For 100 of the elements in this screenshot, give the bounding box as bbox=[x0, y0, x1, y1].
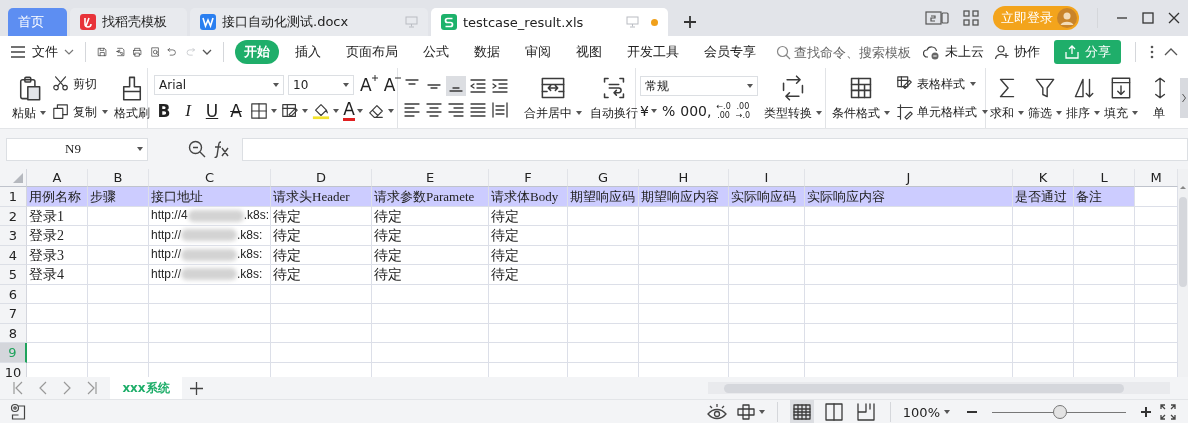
outdent-icon[interactable] bbox=[468, 76, 488, 96]
formula-input[interactable] bbox=[242, 137, 1188, 161]
scrollbar-thumb[interactable] bbox=[1179, 197, 1187, 287]
close-icon[interactable] bbox=[1168, 12, 1180, 24]
cell-style-dropdown[interactable] bbox=[281, 102, 308, 120]
horizontal-scrollbar[interactable] bbox=[708, 382, 1170, 394]
number-format-dropdown[interactable]: 常规 bbox=[640, 76, 758, 96]
menu-tab[interactable]: 数据 bbox=[465, 40, 509, 64]
font-size-dropdown[interactable]: 10 bbox=[288, 75, 354, 95]
new-tab-icon[interactable] bbox=[683, 15, 697, 29]
menu-tab[interactable]: 插入 bbox=[286, 40, 330, 64]
column-header[interactable]: A bbox=[27, 169, 88, 187]
add-sheet-icon[interactable] bbox=[190, 381, 203, 395]
row-header[interactable]: 7 bbox=[0, 304, 27, 324]
function-icon[interactable] bbox=[212, 140, 230, 158]
menu-tab[interactable]: 会员专享 bbox=[695, 40, 765, 64]
row-header[interactable]: 3 bbox=[0, 226, 27, 246]
number-format-button[interactable]: 000, bbox=[680, 103, 712, 119]
strike-button[interactable]: A bbox=[226, 101, 246, 121]
toolbar-button[interactable]: 排序 bbox=[1066, 74, 1100, 122]
conditional-format-button[interactable]: 条件格式 bbox=[830, 74, 892, 122]
decimal-button[interactable]: .00 →.0 bbox=[735, 102, 751, 120]
last-sheet-icon[interactable] bbox=[86, 381, 98, 395]
merge-center-button[interactable]: 合并居中 bbox=[522, 74, 584, 122]
column-header[interactable]: F bbox=[489, 169, 568, 187]
column-header[interactable]: G bbox=[568, 169, 639, 187]
eye-icon[interactable] bbox=[705, 403, 728, 421]
column-header[interactable]: L bbox=[1074, 169, 1135, 187]
macro-recorder-icon[interactable] bbox=[10, 403, 28, 421]
fill-color-dropdown[interactable] bbox=[312, 102, 339, 120]
slider-thumb[interactable] bbox=[1053, 405, 1067, 419]
row-header[interactable]: 1 bbox=[0, 187, 27, 207]
normal-view-icon[interactable] bbox=[789, 400, 814, 423]
file-menu[interactable]: 文件 bbox=[10, 43, 74, 61]
collapse-ribbon-icon[interactable] bbox=[1164, 48, 1178, 56]
fullscreen-icon[interactable] bbox=[1160, 404, 1176, 420]
customize-caret-icon[interactable] bbox=[202, 49, 212, 55]
italic-button[interactable]: I bbox=[178, 101, 198, 121]
menu-tab[interactable]: 视图 bbox=[567, 40, 611, 64]
toolbar-button[interactable]: 单 bbox=[1142, 74, 1176, 122]
cut-button[interactable]: 剪切 bbox=[52, 75, 108, 93]
toolbar-button[interactable]: 筛选 bbox=[1028, 74, 1062, 122]
name-box[interactable]: N9 bbox=[6, 137, 148, 161]
dual-screen-icon[interactable] bbox=[925, 10, 949, 26]
column-header[interactable]: C bbox=[149, 169, 271, 187]
column-header[interactable]: E bbox=[372, 169, 489, 187]
column-header[interactable]: B bbox=[88, 169, 149, 187]
previous-sheet-icon[interactable] bbox=[38, 381, 48, 395]
column-header[interactable]: D bbox=[271, 169, 372, 187]
first-sheet-icon[interactable] bbox=[12, 381, 24, 395]
decimal-button[interactable]: ←.0 .00 bbox=[716, 102, 731, 120]
toolbar-button[interactable]: 填充 bbox=[1104, 74, 1138, 122]
document-tab[interactable]: testcase_result.xls bbox=[431, 8, 668, 36]
cloud-status-button[interactable]: 未上云 bbox=[923, 43, 984, 61]
zoom-in-icon[interactable] bbox=[1140, 406, 1152, 418]
borders-dropdown[interactable] bbox=[250, 102, 277, 120]
document-tab[interactable]: 接口自动化测试.docx bbox=[190, 8, 428, 36]
zoom-level-dropdown[interactable]: 100% bbox=[902, 404, 950, 420]
align-left-icon[interactable] bbox=[402, 100, 422, 120]
indent-icon[interactable] bbox=[490, 76, 510, 96]
type-convert-button[interactable]: 类型转换 bbox=[762, 74, 824, 122]
number-format-button[interactable]: ¥ bbox=[640, 103, 657, 119]
increase-font-button[interactable]: A bbox=[360, 75, 378, 95]
wrap-text-button[interactable]: 自动换行 bbox=[588, 74, 640, 122]
scroll-up-icon[interactable] bbox=[1178, 183, 1188, 191]
more-icon[interactable] bbox=[1150, 45, 1154, 59]
bold-button[interactable]: B bbox=[154, 101, 174, 121]
align-bottom-icon[interactable] bbox=[446, 76, 466, 96]
zoom-icon[interactable] bbox=[188, 140, 206, 158]
align-right-icon[interactable] bbox=[446, 100, 466, 120]
menu-tab[interactable]: 审阅 bbox=[516, 40, 560, 64]
document-tab[interactable]: 找稻壳模板 bbox=[70, 8, 187, 36]
toolbar-button[interactable]: 求和 bbox=[990, 74, 1024, 122]
collaborate-button[interactable]: 协作 bbox=[994, 43, 1040, 61]
paste-button[interactable]: 粘贴 bbox=[10, 74, 48, 122]
maximize-icon[interactable] bbox=[1142, 12, 1154, 24]
column-header[interactable]: K bbox=[1013, 169, 1074, 187]
apps-grid-icon[interactable] bbox=[963, 10, 979, 26]
decrease-font-button[interactable]: A bbox=[383, 75, 402, 95]
row-header[interactable]: 5 bbox=[0, 265, 27, 285]
next-sheet-icon[interactable] bbox=[62, 381, 72, 395]
column-header[interactable]: I bbox=[729, 169, 805, 187]
align-center-icon[interactable] bbox=[424, 100, 444, 120]
font-name-dropdown[interactable]: Arial bbox=[154, 75, 284, 95]
menu-tab[interactable]: 开发工具 bbox=[618, 40, 688, 64]
distribute-icon[interactable] bbox=[490, 100, 510, 120]
justify-icon[interactable] bbox=[468, 100, 488, 120]
column-header[interactable]: J bbox=[805, 169, 1013, 187]
column-header[interactable]: M bbox=[1135, 169, 1178, 187]
menu-tab[interactable]: 公式 bbox=[414, 40, 458, 64]
menu-tab[interactable]: 页面布局 bbox=[337, 40, 407, 64]
clear-dropdown[interactable] bbox=[367, 102, 394, 120]
column-header[interactable]: H bbox=[639, 169, 729, 187]
search-field[interactable]: 查找命令、搜索模板 bbox=[776, 44, 916, 60]
cell-style-button[interactable]: 单元格样式 bbox=[896, 103, 988, 121]
scroll-right-icon[interactable] bbox=[1180, 78, 1188, 118]
format-painter-button[interactable]: 格式刷 bbox=[112, 74, 152, 122]
zoom-slider[interactable] bbox=[992, 405, 1126, 419]
font-color-button[interactable]: A bbox=[343, 101, 363, 121]
table-style-button[interactable]: 表格样式 bbox=[896, 75, 988, 93]
